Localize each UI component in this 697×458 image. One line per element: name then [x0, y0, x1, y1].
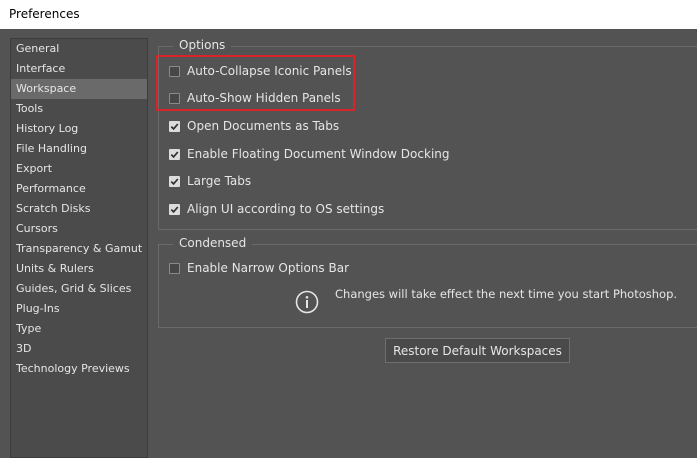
- sidebar-item-units-rulers[interactable]: Units & Rulers: [11, 259, 147, 279]
- option-large-tabs[interactable]: Large Tabs: [169, 173, 251, 189]
- condensed-legend: Condensed: [173, 236, 253, 250]
- info-icon: [295, 290, 319, 314]
- check-icon: [170, 150, 179, 158]
- options-legend: Options: [173, 38, 232, 52]
- sidebar-item-performance[interactable]: Performance: [11, 179, 147, 199]
- sidebar-item-guides-grid-slices[interactable]: Guides, Grid & Slices: [11, 279, 147, 299]
- sidebar-item-file-handling[interactable]: File Handling: [11, 139, 147, 159]
- sidebar-item-plug-ins[interactable]: Plug-Ins: [11, 299, 147, 319]
- checkbox-align-ui[interactable]: [169, 203, 180, 215]
- preferences-sidebar: General Interface Workspace Tools Histor…: [10, 38, 148, 458]
- option-enable-narrow-options-bar[interactable]: Enable Narrow Options Bar: [169, 260, 349, 276]
- restart-notice: Changes will take effect the next time y…: [295, 287, 678, 314]
- window-title-bar: Preferences: [0, 0, 697, 29]
- checkbox-large-tabs[interactable]: [169, 175, 180, 187]
- option-align-ui-os-settings[interactable]: Align UI according to OS settings: [169, 201, 384, 217]
- option-label: Large Tabs: [187, 174, 252, 188]
- option-label: Enable Narrow Options Bar: [187, 261, 350, 275]
- option-open-documents-as-tabs[interactable]: Open Documents as Tabs: [169, 118, 339, 134]
- check-icon: [170, 122, 179, 130]
- option-label: Enable Floating Document Window Docking: [187, 147, 450, 161]
- restore-default-workspaces-button[interactable]: Restore Default Workspaces: [385, 338, 570, 363]
- option-label: Open Documents as Tabs: [187, 119, 340, 133]
- sidebar-item-general[interactable]: General: [11, 39, 147, 59]
- sidebar-item-transparency-gamut[interactable]: Transparency & Gamut: [11, 239, 147, 259]
- condensed-group: Condensed Enable Narrow Options Bar: [158, 236, 697, 328]
- sidebar-item-tools[interactable]: Tools: [11, 99, 147, 119]
- sidebar-item-export[interactable]: Export: [11, 159, 147, 179]
- checkbox-open-docs-tabs[interactable]: [169, 120, 180, 132]
- sidebar-item-history-log[interactable]: History Log: [11, 119, 147, 139]
- checkbox-floating-docking[interactable]: [169, 148, 180, 160]
- sidebar-item-type[interactable]: Type: [11, 319, 147, 339]
- option-enable-floating-docking[interactable]: Enable Floating Document Window Docking: [169, 146, 450, 162]
- window-title: Preferences: [9, 7, 80, 21]
- sidebar-item-workspace[interactable]: Workspace: [11, 79, 147, 99]
- restart-notice-text: Changes will take effect the next time y…: [335, 287, 678, 301]
- check-icon: [170, 205, 179, 213]
- sidebar-item-interface[interactable]: Interface: [11, 59, 147, 79]
- option-label: Align UI according to OS settings: [187, 202, 385, 216]
- sidebar-item-scratch-disks[interactable]: Scratch Disks: [11, 199, 147, 219]
- checkbox-narrow-options-bar[interactable]: [169, 262, 180, 274]
- sidebar-item-technology-previews[interactable]: Technology Previews: [11, 359, 147, 379]
- sidebar-item-cursors[interactable]: Cursors: [11, 219, 147, 239]
- highlight-box: [156, 55, 355, 111]
- sidebar-item-3d[interactable]: 3D: [11, 339, 147, 359]
- check-icon: [170, 177, 179, 185]
